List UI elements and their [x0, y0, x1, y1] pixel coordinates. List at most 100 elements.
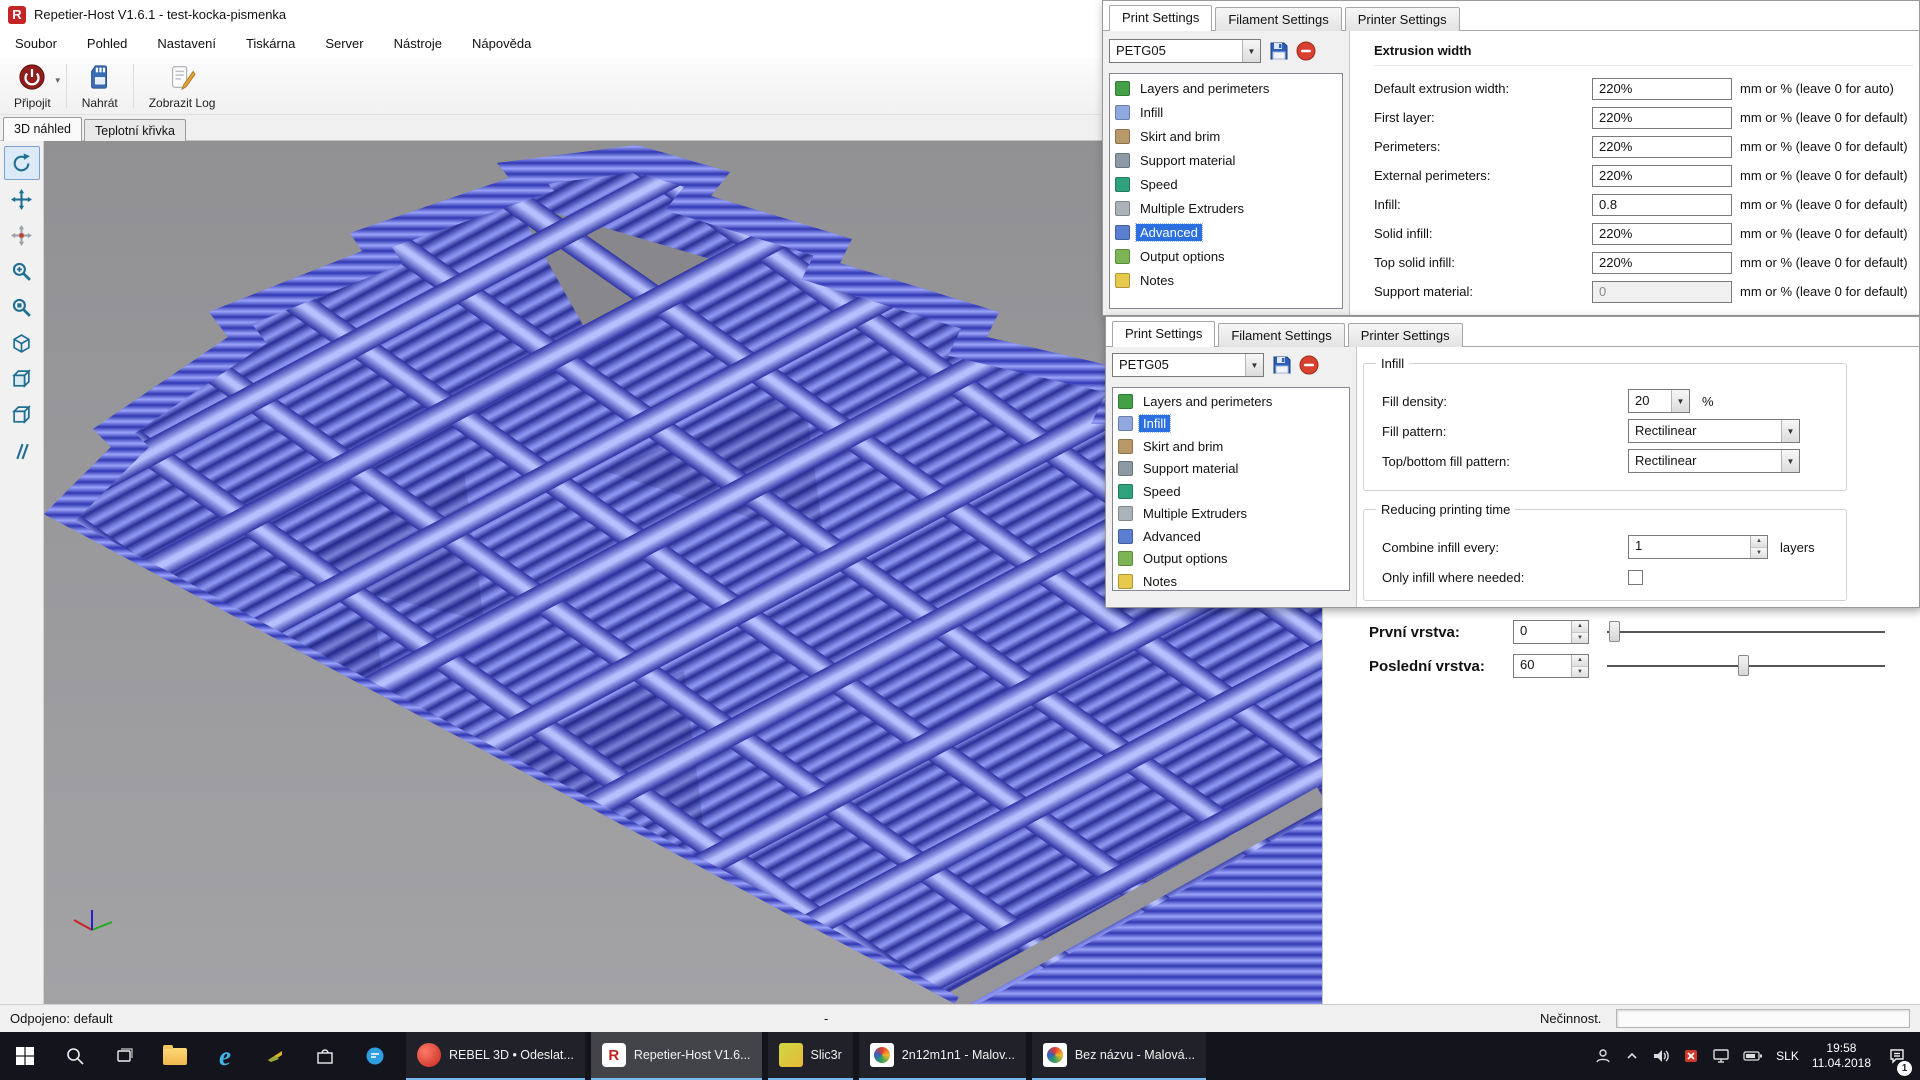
setting-input[interactable]: 220%	[1592, 136, 1732, 158]
action-center-button[interactable]: 1	[1884, 1032, 1910, 1080]
zoom-button[interactable]	[4, 254, 40, 288]
settings-tab[interactable]: Printer Settings	[1345, 7, 1460, 31]
settings-tab[interactable]: Filament Settings	[1215, 7, 1341, 31]
chevron-down-icon[interactable]: ▼	[1781, 420, 1799, 442]
setting-input[interactable]: 220%	[1592, 78, 1732, 100]
delete-preset-button[interactable]	[1298, 354, 1320, 376]
tray-expand-icon[interactable]	[1625, 1049, 1639, 1063]
move-object-button[interactable]	[4, 218, 40, 252]
save-preset-button[interactable]	[1268, 40, 1290, 62]
fill-density-combo[interactable]: 20 ▼	[1628, 389, 1690, 413]
settings-tab[interactable]: Print Settings	[1109, 5, 1212, 31]
clock[interactable]: 19:58 11.04.2018	[1812, 1041, 1871, 1071]
view-tab[interactable]: 3D náhled	[3, 117, 82, 141]
battery-icon[interactable]	[1743, 1050, 1763, 1062]
tree-item[interactable]: Layers and perimeters	[1115, 390, 1347, 413]
tree-item[interactable]: Skirt and brim	[1112, 124, 1340, 148]
only-infill-checkbox[interactable]	[1628, 570, 1643, 585]
store-button[interactable]	[300, 1032, 350, 1080]
taskbar-app[interactable]: REBEL 3D • Odeslat...	[406, 1032, 585, 1080]
setting-input[interactable]: 220%	[1592, 223, 1732, 245]
menu-item[interactable]: Pohled	[72, 29, 142, 58]
tree-item[interactable]: Output options	[1115, 548, 1347, 571]
delete-preset-button[interactable]	[1295, 40, 1317, 62]
menu-item[interactable]: Soubor	[0, 29, 72, 58]
view-tab[interactable]: Teplotní křivka	[84, 119, 186, 141]
chevron-down-icon[interactable]: ▼	[1245, 354, 1263, 376]
menu-item[interactable]: Server	[310, 29, 378, 58]
tree-item[interactable]: Multiple Extruders	[1115, 503, 1347, 526]
taskbar-app[interactable]: Slic3r	[768, 1032, 853, 1080]
setting-input[interactable]: 220%	[1592, 165, 1732, 187]
first-layer-spinbox[interactable]: 0 ▲▼	[1513, 620, 1589, 644]
preset-combo[interactable]: PETG05 ▼	[1112, 353, 1264, 377]
spinner-arrows-icon[interactable]: ▲▼	[1571, 621, 1588, 643]
setting-input[interactable]: 0	[1592, 281, 1732, 303]
display-icon[interactable]	[1712, 1047, 1730, 1065]
load-button[interactable]: Nahrát	[72, 60, 128, 112]
taskbar-app[interactable]: Repetier-Host V1.6...	[591, 1032, 762, 1080]
rotate-view-button[interactable]	[4, 146, 40, 180]
chevron-down-icon[interactable]: ▼	[1781, 450, 1799, 472]
setting-input[interactable]: 0.8	[1592, 194, 1732, 216]
language-indicator[interactable]: SLK	[1776, 1049, 1799, 1063]
search-button[interactable]	[50, 1032, 100, 1080]
tree-item[interactable]: Advanced	[1112, 220, 1340, 244]
spinner-arrows-icon[interactable]: ▲▼	[1571, 655, 1588, 677]
setting-input[interactable]: 220%	[1592, 107, 1732, 129]
preset-combo[interactable]: PETG05 ▼	[1109, 39, 1261, 63]
chevron-down-icon[interactable]: ▼	[1242, 40, 1260, 62]
taskbar-app[interactable]: Bez názvu - Malová...	[1032, 1032, 1206, 1080]
show-log-button[interactable]: Zobrazit Log	[139, 60, 226, 112]
parallel-projection-button[interactable]	[4, 434, 40, 468]
tree-item[interactable]: Infill	[1115, 413, 1347, 436]
isometric-view-button[interactable]	[4, 326, 40, 360]
settings-tab[interactable]: Filament Settings	[1218, 323, 1344, 347]
menu-item[interactable]: Tiskárna	[231, 29, 310, 58]
zoom-object-button[interactable]	[4, 290, 40, 324]
menu-item[interactable]: Nastavení	[142, 29, 231, 58]
tree-item[interactable]: Speed	[1115, 480, 1347, 503]
pinned-slic3r-button[interactable]	[250, 1032, 300, 1080]
edge-button[interactable]: e	[200, 1032, 250, 1080]
tree-item[interactable]: Notes	[1115, 570, 1347, 591]
tree-item[interactable]: Notes	[1112, 268, 1340, 292]
tree-item[interactable]: Skirt and brim	[1115, 435, 1347, 458]
taskbar-app[interactable]: 2n12m1n1 - Malov...	[859, 1032, 1026, 1080]
save-preset-button[interactable]	[1271, 354, 1293, 376]
volume-icon[interactable]	[1652, 1047, 1670, 1065]
tree-item[interactable]: Support material	[1112, 148, 1340, 172]
top-bottom-pattern-dropdown[interactable]: Rectilinear ▼	[1628, 449, 1800, 473]
file-explorer-button[interactable]	[150, 1032, 200, 1080]
settings-tab[interactable]: Printer Settings	[1348, 323, 1463, 347]
slider-thumb[interactable]	[1738, 655, 1749, 676]
settings-tab[interactable]: Print Settings	[1112, 321, 1215, 347]
tree-item[interactable]: Speed	[1112, 172, 1340, 196]
first-layer-slider[interactable]	[1607, 620, 1885, 644]
side-view-button[interactable]	[4, 398, 40, 432]
error-tray-icon[interactable]	[1683, 1048, 1699, 1064]
setting-input[interactable]: 220%	[1592, 252, 1732, 274]
tree-item[interactable]: Output options	[1112, 244, 1340, 268]
last-layer-slider[interactable]	[1607, 654, 1885, 678]
tree-item[interactable]: Support material	[1115, 458, 1347, 481]
chevron-down-icon[interactable]: ▼	[1671, 390, 1689, 412]
tree-item[interactable]: Layers and perimeters	[1112, 76, 1340, 100]
task-view-button[interactable]	[100, 1032, 150, 1080]
front-view-button[interactable]	[4, 362, 40, 396]
tree-item[interactable]: Multiple Extruders	[1112, 196, 1340, 220]
move-view-button[interactable]	[4, 182, 40, 216]
menu-item[interactable]: Nástroje	[379, 29, 457, 58]
connect-button[interactable]: ▼ Připojit	[4, 60, 61, 112]
tree-item[interactable]: Advanced	[1115, 525, 1347, 548]
people-icon[interactable]	[1594, 1047, 1612, 1065]
start-button[interactable]	[0, 1032, 50, 1080]
slider-thumb[interactable]	[1609, 621, 1620, 642]
spinner-arrows-icon[interactable]: ▲▼	[1750, 536, 1767, 558]
messaging-button[interactable]	[350, 1032, 400, 1080]
fill-pattern-dropdown[interactable]: Rectilinear ▼	[1628, 419, 1800, 443]
last-layer-spinbox[interactable]: 60 ▲▼	[1513, 654, 1589, 678]
menu-item[interactable]: Nápověda	[457, 29, 546, 58]
tree-item[interactable]: Infill	[1112, 100, 1340, 124]
combine-infill-input[interactable]: 1 ▲▼	[1628, 535, 1768, 559]
